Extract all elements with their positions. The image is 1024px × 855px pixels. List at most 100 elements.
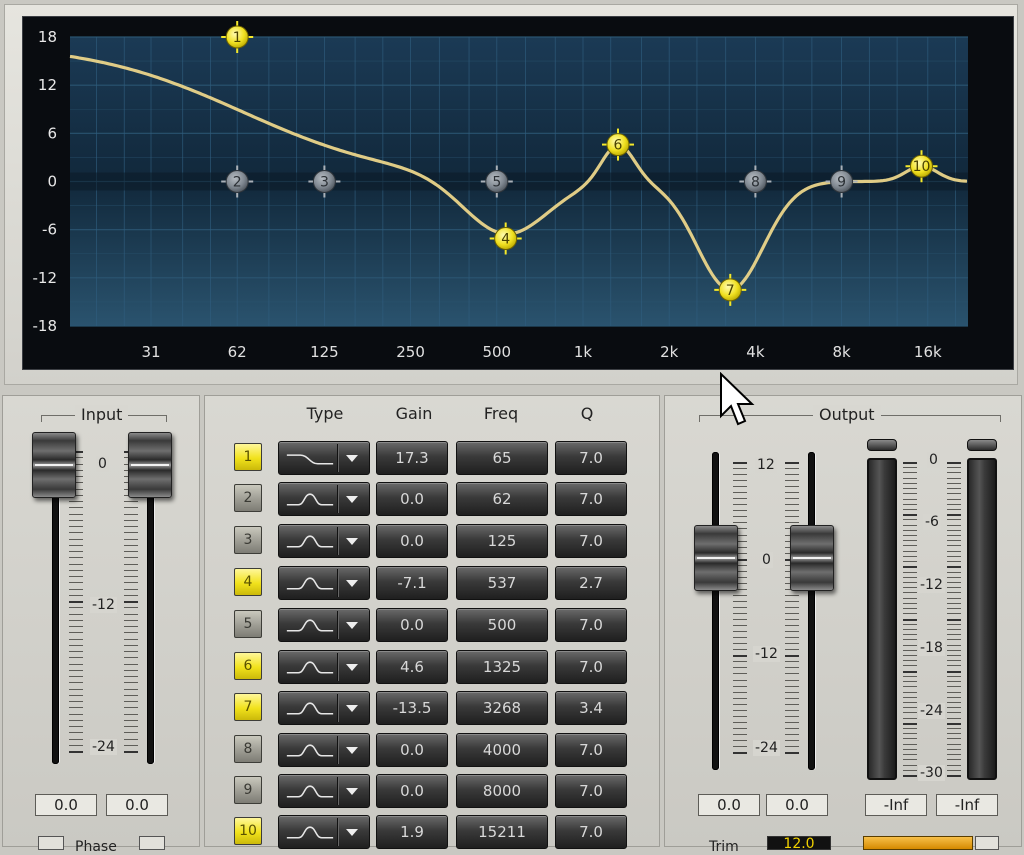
band-enable-button[interactable]: 4 <box>234 568 262 596</box>
band-q-field[interactable]: 7.0 <box>555 482 627 516</box>
input-left-fader-handle[interactable] <box>32 432 76 498</box>
dropdown-arrow-icon[interactable] <box>346 538 358 545</box>
band-freq-field[interactable]: 4000 <box>456 733 548 767</box>
scale-tick <box>903 566 917 569</box>
band-type-select[interactable] <box>278 441 370 475</box>
band-enable-button[interactable]: 7 <box>234 693 262 721</box>
band-type-select[interactable] <box>278 482 370 516</box>
band-enable-button[interactable]: 8 <box>234 735 262 763</box>
output-left-meter-value[interactable]: -Inf <box>865 794 927 816</box>
output-right-fader-track[interactable] <box>808 452 815 770</box>
scale-tick <box>947 540 961 542</box>
band-freq-field[interactable]: 3268 <box>456 691 548 725</box>
scale-tick <box>69 532 83 534</box>
dropdown-arrow-icon[interactable] <box>346 664 358 671</box>
band-type-select[interactable] <box>278 733 370 767</box>
band-gain-field[interactable]: 0.0 <box>376 733 448 767</box>
band-q-field[interactable]: 3.4 <box>555 691 627 725</box>
band-q-field[interactable]: 7.0 <box>555 774 627 808</box>
input-right-fader-track[interactable] <box>147 464 154 764</box>
trim-value[interactable]: 12.0 <box>767 836 831 851</box>
band-q-field[interactable]: 7.0 <box>555 733 627 767</box>
band-freq-field[interactable]: 1325 <box>456 650 548 684</box>
scale-tick <box>785 468 799 470</box>
input-right-value[interactable]: 0.0 <box>106 794 168 816</box>
band-enable-button[interactable]: 10 <box>234 817 262 845</box>
scale-tick <box>903 602 917 604</box>
band-gain-field[interactable]: 17.3 <box>376 441 448 475</box>
band-enable-button[interactable]: 9 <box>234 776 262 804</box>
band-enable-button[interactable]: 3 <box>234 526 262 554</box>
band-type-select[interactable] <box>278 524 370 558</box>
band-freq-field[interactable]: 65 <box>456 441 548 475</box>
dropdown-arrow-icon[interactable] <box>346 705 358 712</box>
band-type-select[interactable] <box>278 608 370 642</box>
band-enable-button[interactable]: 2 <box>234 484 262 512</box>
dropdown-arrow-icon[interactable] <box>346 622 358 629</box>
band-q-field[interactable]: 7.0 <box>555 524 627 558</box>
phase-right-button[interactable] <box>139 836 165 850</box>
scale-tick <box>947 707 961 709</box>
output-left-fader-handle[interactable] <box>694 525 738 591</box>
dropdown-arrow-icon[interactable] <box>346 788 358 795</box>
band-q-field[interactable]: 7.0 <box>555 608 627 642</box>
band-q-field[interactable]: 7.0 <box>555 650 627 684</box>
dropdown-arrow-icon[interactable] <box>346 455 358 462</box>
band-q-field[interactable]: 7.0 <box>555 815 627 849</box>
bell-shape-icon <box>286 826 334 839</box>
scale-tick <box>69 582 83 584</box>
scale-tick <box>947 634 961 636</box>
band-enable-button[interactable]: 6 <box>234 652 262 680</box>
scale-tick <box>903 540 917 542</box>
band-gain-field[interactable]: -7.1 <box>376 566 448 600</box>
band-freq-field[interactable]: 8000 <box>456 774 548 808</box>
band-freq-field[interactable]: 537 <box>456 566 548 600</box>
band-type-select[interactable] <box>278 566 370 600</box>
input-left-value[interactable]: 0.0 <box>35 794 97 816</box>
band-type-select[interactable] <box>278 774 370 808</box>
band-q-field[interactable]: 2.7 <box>555 566 627 600</box>
link-button[interactable] <box>863 836 973 850</box>
band-type-select[interactable] <box>278 691 370 725</box>
output-right-fader-handle[interactable] <box>790 525 834 591</box>
band-gain-field[interactable]: 0.0 <box>376 608 448 642</box>
dropdown-arrow-icon[interactable] <box>346 829 358 836</box>
output-right-fader-value[interactable]: 0.0 <box>766 794 828 816</box>
band-gain-field[interactable]: 0.0 <box>376 482 448 516</box>
phase-left-button[interactable] <box>38 836 64 850</box>
output-right-scale <box>785 462 799 754</box>
scale-tick <box>69 732 83 734</box>
scale-tick <box>733 637 747 639</box>
output-right-button[interactable] <box>975 836 999 850</box>
band-gain-field[interactable]: -13.5 <box>376 691 448 725</box>
dropdown-arrow-icon[interactable] <box>346 580 358 587</box>
scale-tick <box>947 467 961 469</box>
band-freq-field[interactable]: 125 <box>456 524 548 558</box>
scale-tick <box>947 644 961 646</box>
scale-tick <box>785 486 799 488</box>
band-type-select[interactable] <box>278 650 370 684</box>
band-freq-field[interactable]: 15211 <box>456 815 548 849</box>
band-freq-field[interactable]: 62 <box>456 482 548 516</box>
band-enable-button[interactable]: 1 <box>234 443 262 471</box>
band-q-field[interactable]: 7.0 <box>555 441 627 475</box>
band-freq-field[interactable]: 500 <box>456 608 548 642</box>
dropdown-arrow-icon[interactable] <box>346 747 358 754</box>
dropdown-arrow-icon[interactable] <box>346 496 358 503</box>
output-right-clip-led[interactable] <box>967 439 997 451</box>
band-gain-field[interactable]: 0.0 <box>376 524 448 558</box>
band-gain-field[interactable]: 1.9 <box>376 815 448 849</box>
output-left-fader-value[interactable]: 0.0 <box>698 794 760 816</box>
output-left-fader-track[interactable] <box>712 452 719 770</box>
band-gain-field[interactable]: 0.0 <box>376 774 448 808</box>
input-right-fader-handle[interactable] <box>128 432 172 498</box>
band-type-select[interactable] <box>278 815 370 849</box>
band-enable-button[interactable]: 5 <box>234 610 262 638</box>
scale-tick <box>124 619 138 621</box>
scale-tick <box>124 669 138 671</box>
band-gain-field[interactable]: 4.6 <box>376 650 448 684</box>
scale-tick <box>69 726 83 727</box>
input-left-fader-track[interactable] <box>52 464 59 764</box>
output-left-clip-led[interactable] <box>867 439 897 451</box>
output-right-meter-value[interactable]: -Inf <box>936 794 998 816</box>
